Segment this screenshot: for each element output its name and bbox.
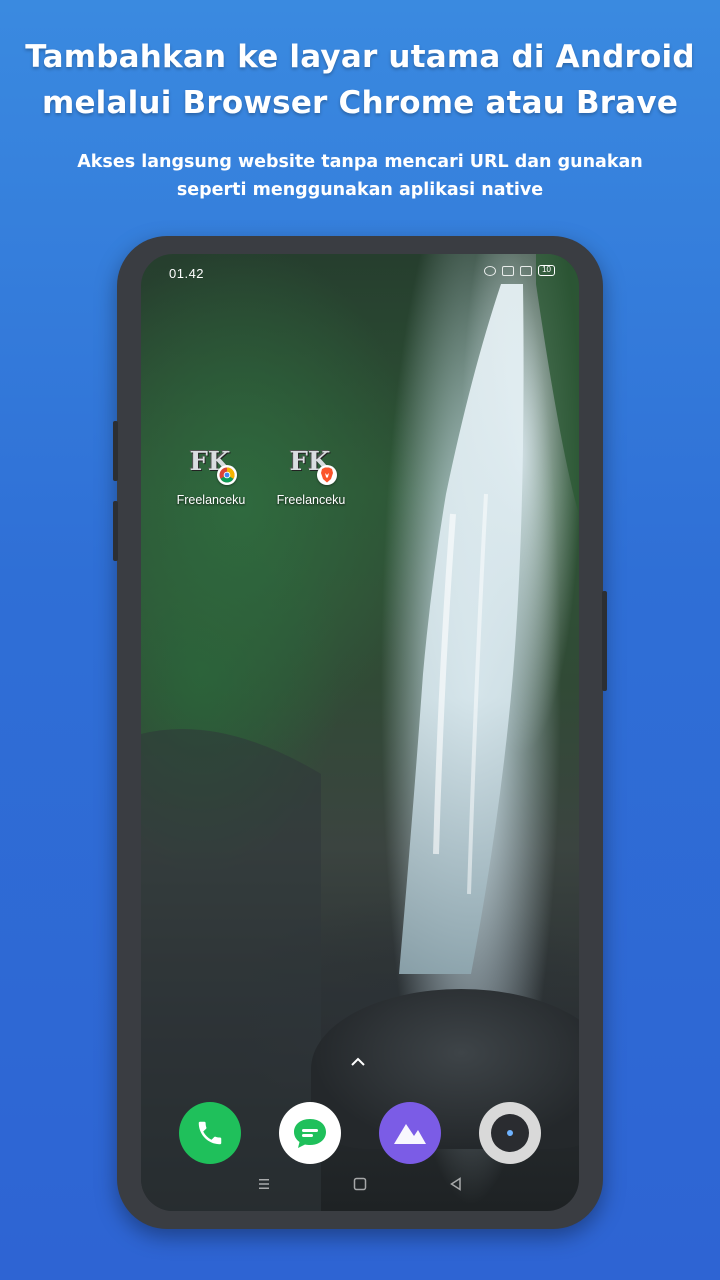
back-icon[interactable] (448, 1176, 464, 1192)
phone-icon (198, 1121, 222, 1145)
dock (179, 1102, 541, 1164)
camera-icon (491, 1114, 529, 1152)
chrome-badge-icon (217, 465, 237, 485)
brave-badge-icon (317, 465, 337, 485)
status-time: 01.42 (169, 266, 205, 281)
gallery-icon (394, 1124, 426, 1144)
menu-icon[interactable] (256, 1176, 272, 1192)
subtitle-line-2: seperti menggunakan aplikasi native (176, 180, 544, 200)
volume-down-button (113, 501, 118, 561)
shortcut-freelanceku-chrome[interactable]: FK Freelanceku (166, 439, 256, 507)
shortcut-label: Freelanceku (176, 493, 246, 507)
volume-up-button (113, 421, 118, 481)
phone-screen: 01.42 10 FK Freelanceku FK Freelanceku (141, 254, 579, 1211)
page-title: Tambahkan ke layar utama di Android mela… (0, 34, 720, 126)
title-line-2: melalui Browser Chrome atau Brave (41, 85, 679, 121)
wifi-icon (520, 265, 533, 276)
messages-app[interactable] (279, 1102, 341, 1164)
battery-level: 10 (542, 265, 551, 274)
gallery-app[interactable] (379, 1102, 441, 1164)
shortcut-label: Freelanceku (276, 493, 346, 507)
home-icon[interactable] (352, 1176, 368, 1192)
phone-app[interactable] (179, 1102, 241, 1164)
camera-app[interactable] (479, 1102, 541, 1164)
signal-icon (502, 265, 515, 276)
chevron-up-icon[interactable] (350, 1057, 366, 1067)
title-line-1: Tambahkan ke layar utama di Android (25, 39, 695, 75)
navigation-bar (141, 1169, 579, 1199)
status-bar: 01.42 10 (141, 254, 579, 290)
shortcut-freelanceku-brave[interactable]: FK Freelanceku (266, 439, 356, 507)
phone-mockup: 01.42 10 FK Freelanceku FK Freelanceku (113, 236, 607, 1229)
alarm-icon (484, 265, 497, 276)
battery-icon: 10 (538, 265, 555, 276)
subtitle-line-1: Akses langsung website tanpa mencari URL… (77, 152, 643, 172)
messages-icon (294, 1119, 326, 1148)
power-button (602, 591, 607, 691)
page-subtitle: Akses langsung website tanpa mencari URL… (0, 148, 720, 204)
